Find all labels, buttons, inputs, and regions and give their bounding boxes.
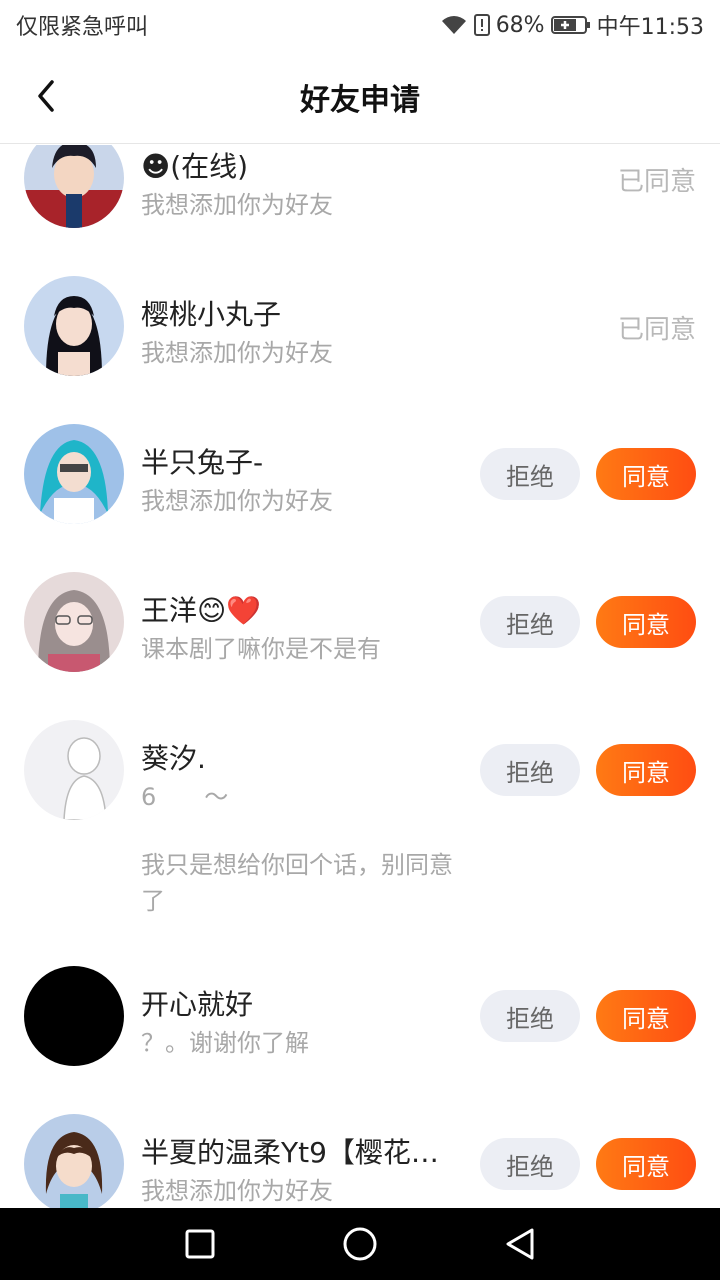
request-message: ？。谢谢你了解 <box>141 1029 309 1057</box>
accepted-status: 已同意 <box>617 167 696 197</box>
request-message: 6 ～ <box>141 783 229 811</box>
accept-button[interactable]: 同意 <box>596 448 696 500</box>
request-message: 课本剧了嘛你是不是有 <box>141 635 381 663</box>
request-message: 我想添加你为好友 <box>141 487 333 515</box>
request-name: 开心就好 <box>141 988 254 1021</box>
request-name: 樱桃小丸子 <box>141 298 282 331</box>
request-name: 葵汐. <box>141 742 206 775</box>
avatar[interactable] <box>24 276 124 376</box>
avatar[interactable] <box>24 572 124 672</box>
avatar[interactable] <box>24 966 124 1066</box>
chevron-left-icon <box>38 80 54 112</box>
request-name: 王洋😊❤️ <box>141 594 262 627</box>
accept-button[interactable]: 同意 <box>596 744 696 796</box>
reject-button[interactable]: 拒绝 <box>480 990 580 1042</box>
avatar[interactable] <box>24 145 124 228</box>
friend-request-list[interactable]: ☻(在线) 我想添加你为好友 已同意 樱桃小丸子 我想添加你为好友 已同意 半只… <box>0 145 720 1208</box>
request-item[interactable]: ☻(在线) 我想添加你为好友 已同意 <box>0 145 720 243</box>
reject-button[interactable]: 拒绝 <box>480 448 580 500</box>
title-bar: 好友申请 <box>0 50 720 144</box>
circle-icon <box>343 1227 377 1261</box>
request-item[interactable]: 半只兔子- 我想添加你为好友 拒绝 同意 <box>0 391 720 539</box>
reject-button[interactable]: 拒绝 <box>480 1138 580 1190</box>
page-title: 好友申请 <box>300 82 420 118</box>
request-item[interactable]: 王洋😊❤️ 课本剧了嘛你是不是有 拒绝 同意 <box>0 539 720 687</box>
request-message: 我想添加你为好友 <box>141 191 333 219</box>
reject-button[interactable]: 拒绝 <box>480 596 580 648</box>
request-item[interactable]: 樱桃小丸子 我想添加你为好友 已同意 <box>0 243 720 391</box>
accept-button[interactable]: 同意 <box>596 596 696 648</box>
back-button[interactable] <box>24 74 68 118</box>
sim-alert-icon <box>473 14 490 36</box>
avatar[interactable] <box>24 720 124 820</box>
request-message: 我想添加你为好友 <box>141 339 333 367</box>
battery-charging-icon <box>550 14 591 36</box>
status-icons: 68% 中午11:53 <box>440 9 704 41</box>
request-item[interactable]: 半夏的温柔Yt9【樱花… 我想添加你为好友 拒绝 同意 <box>0 1081 720 1208</box>
home-button[interactable] <box>330 1214 390 1274</box>
wifi-icon <box>440 14 468 36</box>
request-message: 我想添加你为好友 <box>141 1177 333 1205</box>
avatar[interactable] <box>24 424 124 524</box>
request-name: ☻(在线) <box>141 150 249 183</box>
request-extra-message: 我只是想给你回个话，别同意了 <box>141 851 453 915</box>
status-time: 中午11:53 <box>596 15 704 40</box>
request-item[interactable]: 开心就好 ？。谢谢你了解 拒绝 同意 <box>0 933 720 1081</box>
request-name: 半只兔子- <box>141 446 264 479</box>
avatar[interactable] <box>24 1114 124 1208</box>
status-left-text: 仅限紧急呼叫 <box>16 15 149 40</box>
reject-button[interactable]: 拒绝 <box>480 744 580 796</box>
status-bar: 仅限紧急呼叫 68% 中午11:53 <box>0 0 720 50</box>
back-nav-button[interactable] <box>490 1214 550 1274</box>
accept-button[interactable]: 同意 <box>596 990 696 1042</box>
request-name: 半夏的温柔Yt9【樱花… <box>141 1136 439 1169</box>
triangle-back-icon <box>506 1228 534 1260</box>
battery-percent: 68% <box>495 12 545 38</box>
accept-button[interactable]: 同意 <box>596 1138 696 1190</box>
recents-button[interactable] <box>170 1214 230 1274</box>
accepted-status: 已同意 <box>617 315 696 345</box>
system-nav-bar <box>0 1208 720 1280</box>
request-item[interactable]: 葵汐. 6 ～ 我只是想给你回个话，别同意了 拒绝 同意 <box>0 687 720 933</box>
square-icon <box>185 1229 215 1259</box>
